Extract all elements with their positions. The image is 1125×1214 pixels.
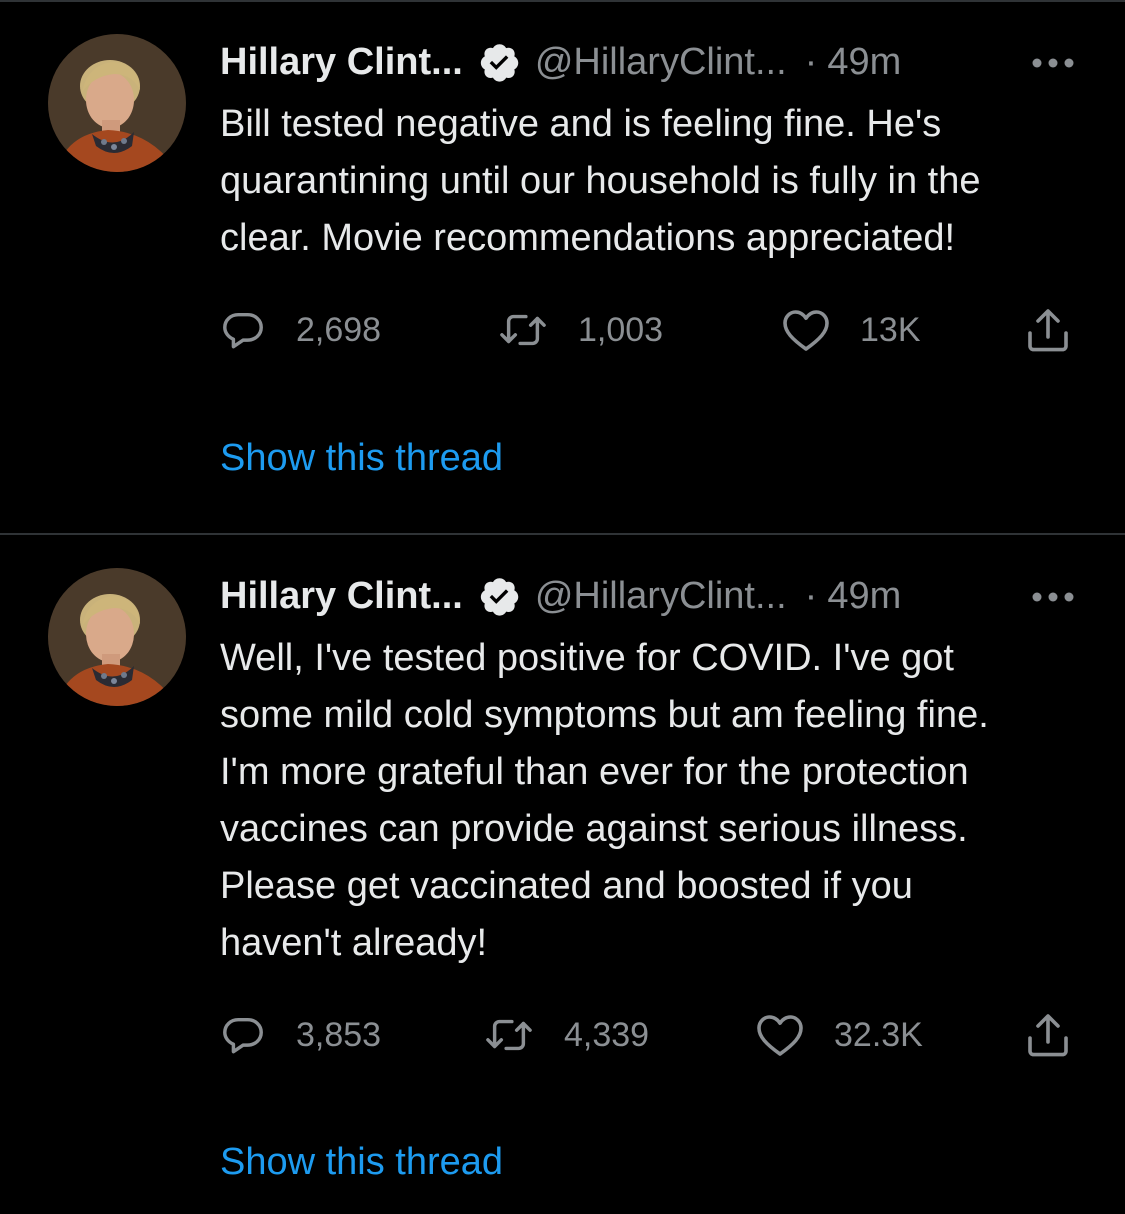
author-handle[interactable]: @HillaryClint... [535, 41, 787, 84]
tweet-text-line: I'm more grateful than ever for the prot… [220, 751, 969, 793]
tweet-text-line: haven't already! [220, 922, 488, 964]
reply-button[interactable]: 3,853 [220, 1005, 381, 1065]
reply-icon [223, 1017, 263, 1054]
show-thread-link[interactable]: Show this thread [220, 1141, 503, 1184]
heart-icon [783, 310, 829, 351]
share-icon [1028, 1014, 1068, 1057]
reply-button[interactable]: 2,698 [220, 300, 381, 360]
separator-dot: · [804, 40, 818, 83]
retweet-count: 4,339 [564, 1015, 650, 1054]
timestamp[interactable]: 49m [827, 575, 901, 618]
tweet-2[interactable]: Hillary Clint... @HillaryClint... · 49m … [0, 535, 1125, 1214]
tweet-text: Well, I've tested positive for COVID. I'… [220, 630, 1100, 972]
avatar[interactable] [48, 34, 186, 172]
author-handle[interactable]: @HillaryClint... [535, 575, 787, 618]
more-options-icon[interactable] [1028, 53, 1078, 73]
like-button[interactable]: 13K [782, 300, 921, 360]
avatar-photo-icon [48, 34, 186, 172]
tweet-text: Bill tested negative and is feeling fine… [220, 96, 1100, 267]
tweet-text-line: Well, I've tested positive for COVID. I'… [220, 637, 954, 679]
tweet-text-line: Please get vaccinated and boosted if you [220, 865, 913, 907]
action-bar: 2,698 1,003 13K [0, 300, 1125, 360]
tweet-header: Hillary Clint... @HillaryClint... · 49m [220, 568, 901, 624]
retweet-button[interactable]: 4,339 [484, 1005, 649, 1065]
heart-icon [757, 1015, 803, 1056]
share-button[interactable] [1024, 1005, 1072, 1065]
tweet-1[interactable]: Hillary Clint... @HillaryClint... · 49m … [0, 0, 1125, 533]
share-button[interactable] [1024, 300, 1072, 360]
tweet-text-line: vaccines can provide against serious ill… [220, 808, 968, 850]
author-name[interactable]: Hillary Clint... [220, 41, 463, 84]
tweet-text-line: Bill tested negative and is feeling fine… [220, 103, 942, 145]
retweet-icon [500, 314, 546, 346]
like-count: 32.3K [834, 1015, 923, 1054]
tweet-header: Hillary Clint... @HillaryClint... · 49m [220, 34, 901, 90]
reply-count: 3,853 [296, 1015, 382, 1054]
timestamp[interactable]: 49m [827, 41, 901, 84]
share-icon [1028, 309, 1068, 352]
more-options-icon[interactable] [1028, 587, 1078, 607]
avatar[interactable] [48, 568, 186, 706]
avatar-photo-icon [48, 568, 186, 706]
retweet-count: 1,003 [578, 310, 664, 349]
verified-badge-icon [477, 574, 521, 618]
retweet-button[interactable]: 1,003 [498, 300, 663, 360]
tweet-text-line: clear. Movie recommendations appreciated… [220, 217, 956, 259]
verified-badge-icon [477, 40, 521, 84]
author-name[interactable]: Hillary Clint... [220, 575, 463, 618]
like-button[interactable]: 32.3K [756, 1005, 923, 1065]
reply-icon [223, 312, 263, 349]
tweet-text-line: quarantining until our household is full… [220, 160, 981, 202]
reply-count: 2,698 [296, 310, 382, 349]
retweet-icon [486, 1019, 532, 1051]
action-bar: 3,853 4,339 32.3K [0, 1005, 1125, 1065]
separator-dot: · [804, 574, 818, 617]
tweet-text-line: some mild cold symptoms but am feeling f… [220, 694, 989, 736]
like-count: 13K [860, 310, 921, 349]
show-thread-link[interactable]: Show this thread [220, 437, 503, 480]
